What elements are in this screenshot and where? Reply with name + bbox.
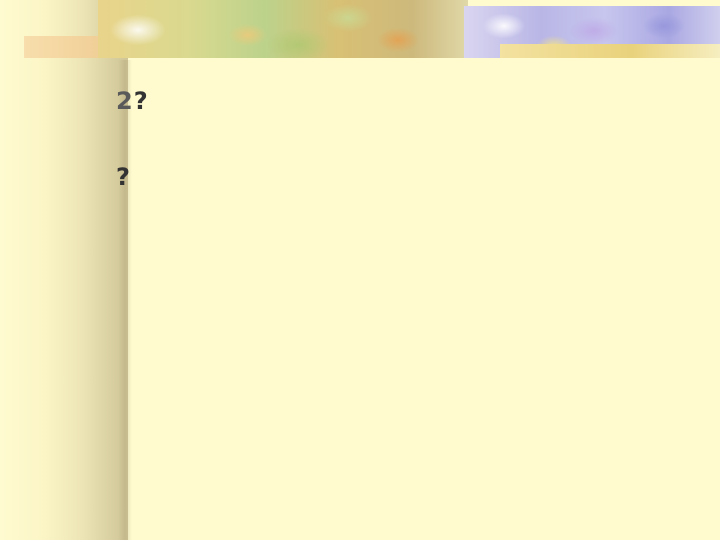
title-question-mark-2: ? [116, 163, 131, 191]
left-decorative-band [0, 0, 128, 540]
flower-banner-base [500, 44, 720, 58]
leaf-banner-image [98, 0, 468, 58]
slide-title: 2?? [116, 82, 696, 196]
question-number: 2 [116, 87, 134, 115]
title-question-mark-1: ? [133, 87, 149, 115]
